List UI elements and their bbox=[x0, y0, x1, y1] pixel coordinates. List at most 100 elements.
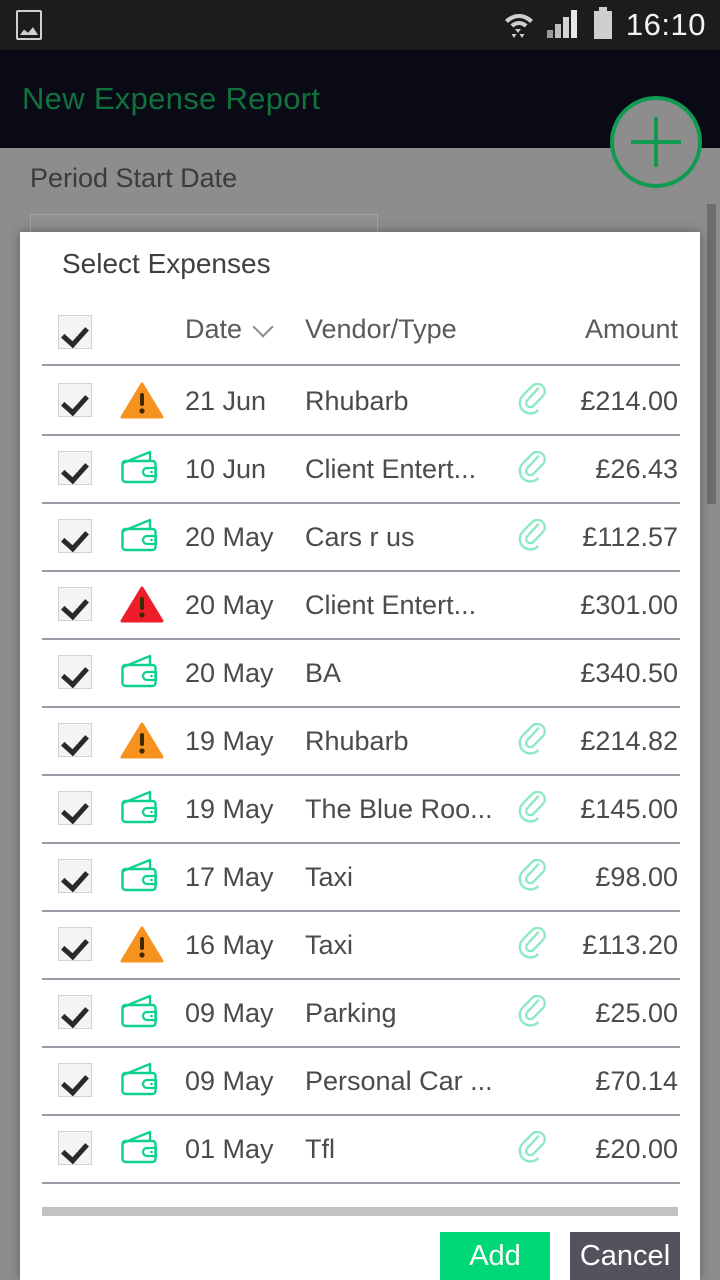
table-row[interactable]: 10 Jun Client Entert... £26.43 bbox=[20, 434, 700, 502]
table-row[interactable]: 09 May Personal Car ... £70.14 bbox=[20, 1046, 700, 1114]
row-amount: £112.57 bbox=[582, 522, 678, 552]
row-checkbox[interactable] bbox=[58, 995, 92, 1029]
image-icon bbox=[16, 10, 42, 40]
row-checkbox[interactable] bbox=[58, 451, 92, 485]
row-checkbox[interactable] bbox=[58, 519, 92, 553]
table-header: Date Vendor/Type Amount bbox=[20, 304, 700, 360]
row-checkbox[interactable] bbox=[58, 723, 92, 757]
cellular-signal-icon bbox=[546, 8, 580, 43]
dialog-title: Select Expenses bbox=[62, 248, 271, 279]
status-bar-left bbox=[0, 10, 42, 40]
table-row[interactable]: 20 May Client Entert... £301.00 bbox=[20, 570, 700, 638]
row-date: 01 May bbox=[185, 1134, 274, 1164]
add-button[interactable]: Add bbox=[440, 1232, 550, 1280]
horizontal-scrollbar[interactable] bbox=[42, 1207, 678, 1216]
row-date: 21 Jun bbox=[185, 386, 267, 416]
column-header-date[interactable]: Date bbox=[185, 314, 274, 345]
row-vendor: Client Entert... bbox=[305, 590, 477, 620]
row-vendor: Taxi bbox=[305, 862, 354, 892]
table-row[interactable]: 16 May Taxi £113.20 bbox=[20, 910, 700, 978]
row-amount: £301.00 bbox=[580, 590, 678, 620]
row-vendor: The Blue Roo... bbox=[305, 794, 493, 824]
row-amount: £340.50 bbox=[580, 658, 678, 688]
row-checkbox[interactable] bbox=[58, 1063, 92, 1097]
table-row[interactable]: 20 May BA £340.50 bbox=[20, 638, 700, 706]
wallet-icon bbox=[120, 654, 162, 693]
row-checkbox[interactable] bbox=[58, 1131, 92, 1165]
wallet-icon bbox=[120, 994, 162, 1033]
attachment-paperclip-icon[interactable] bbox=[518, 790, 548, 830]
page-scrollbar[interactable] bbox=[707, 204, 716, 504]
cancel-button[interactable]: Cancel bbox=[570, 1232, 680, 1280]
select-expenses-dialog: Select Expenses Date Vendor/Type Amount … bbox=[20, 232, 700, 1280]
wallet-icon bbox=[120, 450, 162, 489]
row-vendor: Rhubarb bbox=[305, 726, 409, 756]
attachment-paperclip-icon[interactable] bbox=[518, 518, 548, 558]
row-amount: £113.20 bbox=[582, 930, 678, 960]
row-amount: £26.43 bbox=[595, 454, 678, 484]
table-row[interactable]: 17 May Taxi £98.00 bbox=[20, 842, 700, 910]
warning-triangle-red-icon bbox=[120, 586, 164, 629]
wallet-icon bbox=[120, 518, 162, 557]
status-bar: 16:10 bbox=[0, 0, 720, 50]
row-vendor: Tfl bbox=[305, 1134, 335, 1164]
row-checkbox[interactable] bbox=[58, 927, 92, 961]
row-vendor: Cars r us bbox=[305, 522, 415, 552]
status-bar-clock: 16:10 bbox=[625, 7, 706, 42]
row-vendor: BA bbox=[305, 658, 342, 688]
row-date: 09 May bbox=[185, 1066, 274, 1096]
attachment-paperclip-icon[interactable] bbox=[518, 994, 548, 1034]
table-row[interactable]: 01 May Tfl £20.00 bbox=[20, 1114, 700, 1182]
warning-triangle-orange-icon bbox=[120, 926, 164, 969]
page-title: New Expense Report bbox=[22, 81, 321, 116]
table-row[interactable]: 20 May Cars r us £112.57 bbox=[20, 502, 700, 570]
attachment-paperclip-icon[interactable] bbox=[518, 450, 548, 490]
row-vendor: Personal Car ... bbox=[305, 1066, 493, 1096]
table-row[interactable]: 21 Jun Rhubarb £214.00 bbox=[20, 366, 700, 434]
attachment-paperclip-icon[interactable] bbox=[518, 858, 548, 898]
table-row[interactable]: 19 May Rhubarb £214.82 bbox=[20, 706, 700, 774]
wallet-icon bbox=[120, 790, 162, 829]
table-row[interactable]: 19 May The Blue Roo... £145.00 bbox=[20, 774, 700, 842]
wifi-icon bbox=[504, 7, 534, 44]
row-vendor: Parking bbox=[305, 998, 397, 1028]
row-divider bbox=[42, 1182, 680, 1184]
row-date: 09 May bbox=[185, 998, 274, 1028]
row-amount: £70.14 bbox=[595, 1066, 678, 1096]
row-date: 20 May bbox=[185, 590, 274, 620]
row-date: 20 May bbox=[185, 522, 274, 552]
row-vendor: Taxi bbox=[305, 930, 354, 960]
row-amount: £25.00 bbox=[595, 998, 678, 1028]
row-amount: £214.82 bbox=[580, 726, 678, 756]
table-row[interactable]: 09 May Parking £25.00 bbox=[20, 978, 700, 1046]
attachment-paperclip-icon[interactable] bbox=[518, 722, 548, 762]
row-checkbox[interactable] bbox=[58, 587, 92, 621]
row-checkbox[interactable] bbox=[58, 859, 92, 893]
status-bar-right: 16:10 bbox=[504, 6, 720, 44]
row-checkbox[interactable] bbox=[58, 383, 92, 417]
row-date: 16 May bbox=[185, 930, 274, 960]
period-start-date-label: Period Start Date bbox=[30, 163, 238, 193]
warning-triangle-orange-icon bbox=[120, 382, 164, 425]
row-date: 10 Jun bbox=[185, 454, 267, 484]
row-date: 20 May bbox=[185, 658, 274, 688]
attachment-paperclip-icon[interactable] bbox=[518, 1130, 548, 1170]
attachment-paperclip-icon[interactable] bbox=[518, 926, 548, 966]
wallet-icon bbox=[120, 1062, 162, 1101]
row-date: 19 May bbox=[185, 726, 274, 756]
column-header-vendor[interactable]: Vendor/Type bbox=[305, 314, 457, 345]
select-all-checkbox[interactable] bbox=[58, 315, 92, 349]
row-checkbox[interactable] bbox=[58, 791, 92, 825]
attachment-paperclip-icon[interactable] bbox=[518, 382, 548, 422]
row-amount: £20.00 bbox=[595, 1134, 678, 1164]
battery-icon bbox=[592, 6, 614, 44]
row-amount: £214.00 bbox=[580, 386, 678, 416]
row-date: 17 May bbox=[185, 862, 274, 892]
column-header-amount[interactable]: Amount bbox=[585, 314, 678, 345]
row-vendor: Client Entert... bbox=[305, 454, 477, 484]
row-checkbox[interactable] bbox=[58, 655, 92, 689]
row-date: 19 May bbox=[185, 794, 274, 824]
row-vendor: Rhubarb bbox=[305, 386, 409, 416]
dialog-actions: Add Cancel bbox=[440, 1232, 680, 1280]
add-fab[interactable] bbox=[610, 96, 702, 188]
